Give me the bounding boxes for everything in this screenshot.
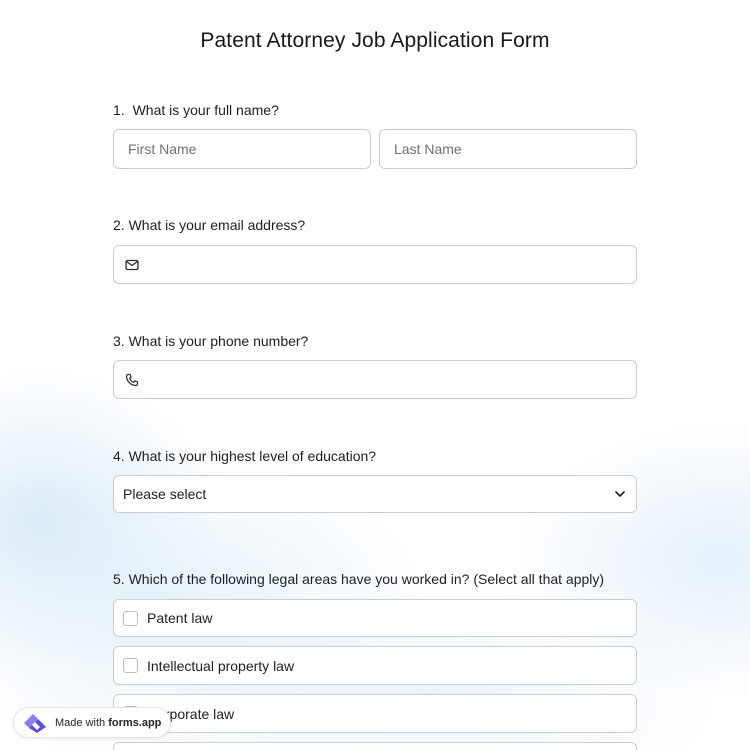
question-2-text: What is your email address? (128, 217, 306, 233)
first-name-input[interactable] (114, 130, 370, 168)
option-next-partial[interactable] (113, 742, 637, 750)
email-field[interactable] (113, 245, 637, 284)
made-with-badge[interactable]: Made with forms.app (13, 707, 171, 738)
envelope-icon (124, 257, 139, 273)
forms-app-logo-icon (24, 713, 46, 733)
question-5-number: 5. (113, 571, 125, 587)
option-corporate-law[interactable]: Corporate law (113, 694, 637, 733)
question-1-label: 1. What is your full name? (113, 102, 279, 118)
question-2-number: 2. (113, 217, 125, 233)
phone-icon (124, 372, 139, 388)
option-patent-law[interactable]: Patent law (113, 599, 637, 637)
checkbox[interactable] (123, 610, 138, 626)
question-5-text: Which of the following legal areas have … (128, 571, 605, 587)
option-label: Patent law (147, 610, 213, 626)
question-4-label: 4. What is your highest level of educati… (113, 448, 376, 464)
question-1-number: 1. (113, 102, 125, 118)
question-5-label: 5. Which of the following legal areas ha… (113, 571, 604, 587)
option-label: Intellectual property law (147, 657, 295, 674)
question-2-label: 2. What is your email address? (113, 217, 305, 233)
form-title: Patent Attorney Job Application Form (200, 29, 550, 52)
education-select[interactable]: Please select (113, 475, 637, 513)
badge-text: Made with forms.app (55, 717, 161, 729)
last-name-field[interactable] (379, 129, 637, 169)
badge-prefix: Made with (55, 716, 109, 729)
first-name-field[interactable] (113, 129, 371, 169)
education-select-value: Please select (123, 486, 207, 502)
question-4-number: 4. (113, 448, 125, 464)
chevron-down-icon (614, 490, 626, 498)
question-1-text: What is your full name? (132, 102, 279, 118)
option-intellectual-property-law[interactable]: Intellectual property law (113, 646, 637, 685)
question-3-label: 3. What is your phone number? (113, 333, 308, 349)
phone-input[interactable] (139, 361, 636, 398)
email-input[interactable] (139, 246, 636, 283)
badge-brand: forms.app (108, 716, 162, 729)
checkbox[interactable] (123, 658, 138, 673)
form-page: Patent Attorney Job Application Form 1. … (0, 0, 750, 750)
question-4-text: What is your highest level of education? (128, 448, 377, 464)
question-3-text: What is your phone number? (128, 333, 309, 349)
last-name-input[interactable] (380, 130, 636, 168)
phone-field[interactable] (113, 360, 637, 399)
question-3-number: 3. (113, 333, 125, 349)
